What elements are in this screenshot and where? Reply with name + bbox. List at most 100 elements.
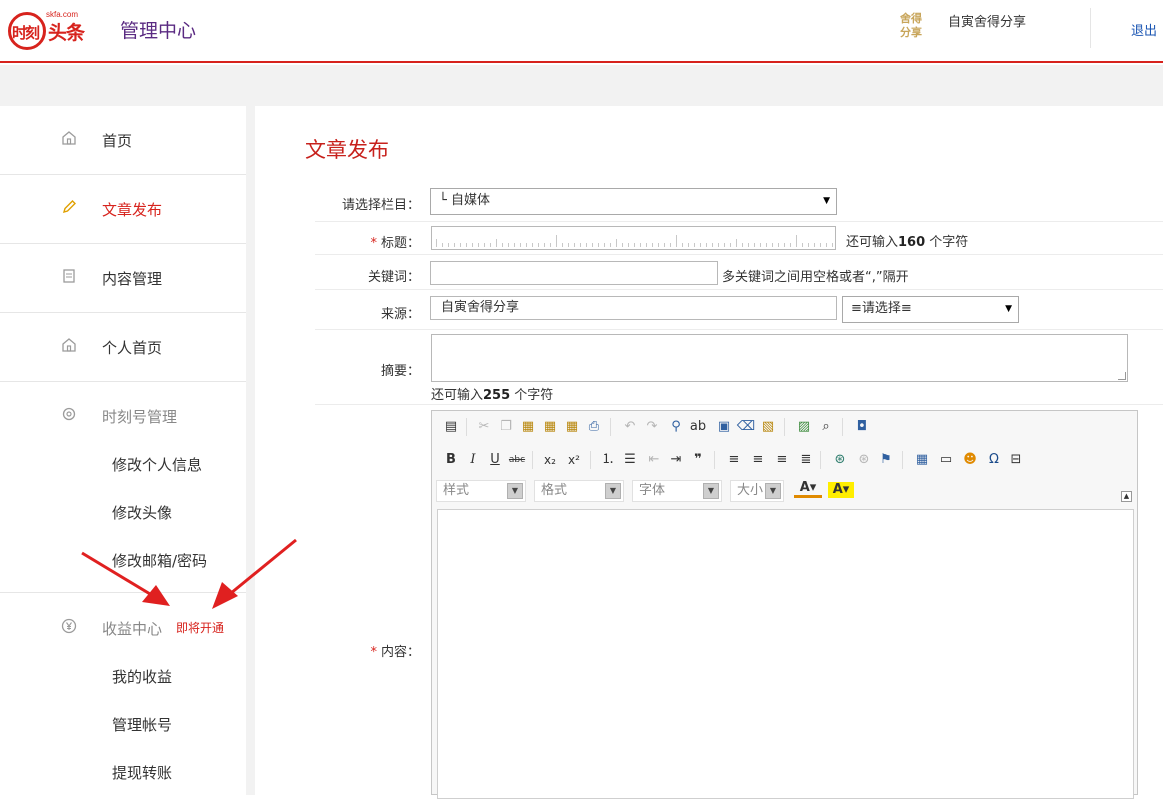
print-icon[interactable]: ⎙	[584, 417, 604, 437]
cut-icon[interactable]: ✂	[474, 417, 494, 437]
keywords-hint: 多关键词之间用空格或者“,”隔开	[722, 270, 909, 285]
sidebar-subitem-my-income[interactable]: 我的收益	[112, 666, 172, 687]
align-center-icon[interactable]: ≡	[748, 450, 768, 470]
keywords-input[interactable]	[430, 261, 718, 285]
preview-icon[interactable]: ⌕	[816, 417, 836, 437]
row-divider	[315, 289, 1163, 290]
sidebar-group-account: 时刻号管理 修改个人信息 修改头像 修改邮箱/密码	[0, 382, 246, 593]
row-divider	[315, 221, 1163, 222]
paste-icon[interactable]: ▦	[518, 417, 538, 437]
logo-mark: 时刻	[8, 12, 46, 50]
table-icon[interactable]: ▦	[912, 450, 932, 470]
background-color-icon[interactable]: A▾	[828, 482, 854, 498]
site-logo[interactable]: 时刻 skfa.com 头条	[8, 8, 88, 52]
redo-icon[interactable]: ↷	[642, 417, 662, 437]
title-input[interactable]	[431, 226, 836, 250]
format-clear-icon[interactable]: ▧	[758, 417, 778, 437]
undo-icon[interactable]: ↶	[620, 417, 640, 437]
source-select[interactable]: ≡请选择≡ ▼	[842, 296, 1019, 323]
sidebar-subitem-edit-avatar[interactable]: 修改头像	[112, 502, 172, 523]
source-icon[interactable]: ▤	[441, 417, 461, 437]
size-combo[interactable]: 大小 ▼	[730, 480, 784, 502]
paste-word-icon[interactable]: ▦	[562, 417, 582, 437]
indent-icon[interactable]: ⇥	[666, 450, 686, 470]
editor-toolbar-row-1: ▤ ✂ ❐ ▦ ▦ ▦ ⎙ ↶ ↷ ⚲ ab ▣ ⌫ ▧ ▨ ⌕ ◘	[436, 414, 1136, 440]
page-break-icon[interactable]: ⊟	[1006, 450, 1026, 470]
anchor-flag-icon[interactable]: ⚑	[876, 450, 896, 470]
blockquote-icon[interactable]: ❞	[688, 450, 708, 470]
rich-text-editor: ▤ ✂ ❐ ▦ ▦ ▦ ⎙ ↶ ↷ ⚲ ab ▣ ⌫ ▧ ▨ ⌕ ◘ B I U	[431, 410, 1138, 799]
title-char-hint: 还可输入160 个字符	[846, 235, 969, 250]
special-char-icon[interactable]: Ω	[984, 450, 1004, 470]
home-icon	[60, 337, 78, 355]
ordered-list-icon[interactable]: ⒈	[598, 450, 618, 470]
paste-text-icon[interactable]: ▦	[540, 417, 560, 437]
align-left-icon[interactable]: ≡	[724, 450, 744, 470]
sidebar-subitem-edit-email[interactable]: 修改邮箱/密码	[112, 550, 207, 571]
unlink-icon[interactable]: ⊛	[854, 450, 874, 470]
logout-link[interactable]: 退出	[1131, 20, 1157, 39]
sidebar-item-home[interactable]: 首页	[0, 106, 246, 175]
collapse-toolbar-icon[interactable]: ▲	[1121, 491, 1132, 502]
find-icon[interactable]: ⚲	[666, 417, 686, 437]
strikethrough-icon[interactable]: abc	[507, 450, 527, 470]
text-color-icon[interactable]: A▾	[794, 480, 822, 498]
header-band	[0, 65, 1163, 106]
replace-icon[interactable]: ab	[688, 417, 708, 437]
user-name[interactable]: 自寅舍得分享	[948, 11, 1026, 30]
category-select[interactable]: └ 自媒体 ▼	[430, 188, 837, 215]
sidebar-item-label: 内容管理	[102, 270, 163, 288]
bold-icon[interactable]: B	[441, 450, 461, 470]
editor-content-area[interactable]	[437, 509, 1134, 799]
select-all-icon[interactable]: ▣	[714, 417, 734, 437]
style-combo[interactable]: 样式 ▼	[436, 480, 526, 502]
chevron-down-icon: ▼	[507, 483, 523, 499]
sidebar-item-label: 个人首页	[102, 339, 163, 357]
toolbar-separator	[714, 451, 715, 469]
align-right-icon[interactable]: ≡	[772, 450, 792, 470]
font-combo[interactable]: 字体 ▼	[632, 480, 722, 502]
home-icon	[60, 130, 78, 148]
toolbar-separator	[532, 451, 533, 469]
editor-toolbar-row-2: B I U abc x₂ x² ⒈ ☰ ⇤ ⇥ ❞ ≡ ≡ ≡ ≣ ⊛ ⊛ ⚑ …	[436, 447, 1136, 473]
content-icon	[60, 268, 78, 286]
coming-soon-badge: 即将开通	[176, 621, 225, 635]
italic-icon[interactable]: I	[463, 450, 483, 470]
unordered-list-icon[interactable]: ☰	[620, 450, 640, 470]
image-icon[interactable]: ▨	[794, 417, 814, 437]
emoticon-icon[interactable]: ☻	[960, 450, 980, 470]
copy-icon[interactable]: ❐	[496, 417, 516, 437]
resize-handle-icon[interactable]	[1118, 372, 1126, 380]
sidebar-item-label: 首页	[102, 132, 133, 150]
sidebar-item-content[interactable]: 内容管理	[0, 244, 246, 313]
sidebar-subitem-manage-account[interactable]: 管理帐号	[112, 714, 172, 735]
horizontal-rule-icon[interactable]: ▭	[936, 450, 956, 470]
sidebar-subitem-edit-info[interactable]: 修改个人信息	[112, 454, 202, 475]
format-combo[interactable]: 格式 ▼	[534, 480, 624, 502]
toolbar-separator	[820, 451, 821, 469]
align-justify-icon[interactable]: ≣	[796, 450, 816, 470]
keywords-label: 关键词：	[367, 270, 420, 285]
superscript-icon[interactable]: x²	[564, 450, 584, 470]
sidebar-item-label: 文章发布	[102, 201, 163, 219]
source-input[interactable]: 自寅舍得分享	[430, 296, 837, 320]
row-divider	[315, 404, 1163, 405]
sidebar-subitem-withdraw[interactable]: 提现转账	[112, 762, 172, 783]
eraser-icon[interactable]: ⌫	[736, 417, 756, 437]
header-title: 管理中心	[120, 20, 197, 42]
sidebar-item-personal-home[interactable]: 个人首页	[0, 313, 246, 382]
subscript-icon[interactable]: x₂	[540, 450, 560, 470]
sidebar-group-label: 收益中心	[102, 620, 163, 638]
source-label: 来源：	[380, 307, 420, 322]
summary-textarea[interactable]	[431, 334, 1128, 382]
underline-icon[interactable]: U	[485, 450, 505, 470]
maximize-icon[interactable]: ◘	[852, 417, 872, 437]
source-select-value: ≡请选择≡	[851, 301, 912, 316]
toolbar-separator	[466, 418, 467, 436]
sidebar-item-publish[interactable]: 文章发布	[0, 175, 246, 244]
header: 时刻 skfa.com 头条 管理中心 舍得分享 自寅舍得分享 退出	[0, 0, 1163, 63]
outdent-icon[interactable]: ⇤	[644, 450, 664, 470]
link-icon[interactable]: ⊛	[830, 450, 850, 470]
pencil-icon	[60, 199, 78, 217]
gear-icon	[60, 406, 78, 424]
